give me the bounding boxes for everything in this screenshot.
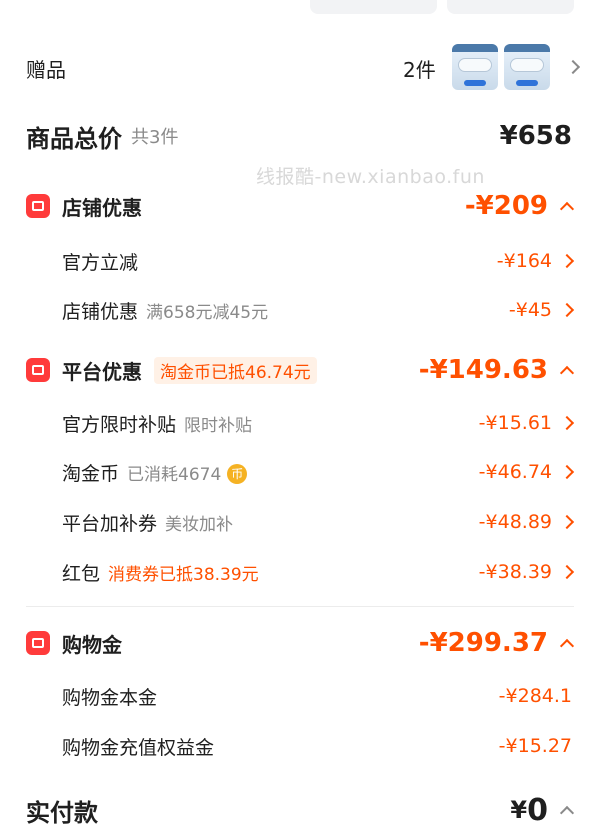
gift-thumbnail-1[interactable] <box>452 44 498 90</box>
platform-item-row[interactable]: 平台加补券 美妆加补 -¥48.89 <box>0 503 600 541</box>
platform-item-note: 限时补贴 <box>184 415 253 436</box>
platform-discount-total: -¥149.63 <box>418 355 575 385</box>
platform-item-value: -¥48.89 <box>479 511 575 533</box>
shopping-bag-icon <box>26 631 50 655</box>
shopping-item-row: 购物金本金 -¥284.1 <box>0 677 600 715</box>
total-value: ¥658 <box>499 121 572 151</box>
platform-item-row[interactable]: 淘金币 已消耗4674 币 -¥46.74 <box>0 453 600 491</box>
store-item-row[interactable]: 官方立减 -¥164 <box>0 242 600 280</box>
store-discount-title: 店铺优惠 <box>62 195 142 220</box>
store-discount-value: -¥209 <box>464 191 548 221</box>
chevron-right-icon <box>559 253 575 269</box>
platform-discount-title: 平台优惠 <box>62 359 142 384</box>
store-item-label: 店铺优惠 满658元减45元 <box>62 300 269 323</box>
store-item-label: 官方立减 <box>62 251 139 274</box>
store-item-value: -¥45 <box>509 299 575 321</box>
actual-payment-value: ¥ 0 <box>510 792 575 828</box>
top-tabs <box>0 0 600 16</box>
chevron-right-icon <box>559 514 575 530</box>
platform-item-label: 官方限时补贴 限时补贴 <box>62 413 253 436</box>
gift-label: 赠品 <box>26 57 66 82</box>
chevron-right-icon <box>559 564 575 580</box>
store-icon <box>26 194 50 218</box>
shopping-credit-header[interactable]: 购物金 -¥299.37 <box>0 623 600 663</box>
top-tab-left[interactable] <box>310 0 437 14</box>
store-item-note: 满658元减45元 <box>146 302 269 323</box>
platform-item-note: 已消耗4674 <box>127 464 222 485</box>
platform-item-value: -¥46.74 <box>479 461 575 483</box>
platform-item-note: 消费券已抵38.39元 <box>108 564 259 585</box>
store-item-value: -¥164 <box>497 250 575 272</box>
shopping-item-label: 购物金本金 <box>62 686 158 709</box>
gift-count: 2件 <box>403 57 436 82</box>
chevron-up-icon <box>559 805 575 821</box>
shopping-item-label: 购物金充值权益金 <box>62 736 215 759</box>
total-title: 商品总价 <box>26 124 122 153</box>
coin-icon: 币 <box>227 464 248 484</box>
currency-symbol: ¥ <box>510 796 528 824</box>
chevron-right-icon <box>565 59 581 75</box>
shopping-credit-title: 购物金 <box>62 632 122 657</box>
shopping-item-value: -¥284.1 <box>498 685 572 707</box>
chevron-right-icon <box>559 302 575 318</box>
platform-discount-value: -¥149.63 <box>418 355 548 385</box>
shopping-credit-value: -¥299.37 <box>418 628 548 658</box>
chevron-up-icon <box>559 201 575 217</box>
chevron-right-icon <box>559 464 575 480</box>
platform-item-label: 平台加补券 美妆加补 <box>62 512 234 535</box>
store-discount-header[interactable]: 店铺优惠 -¥209 <box>0 186 600 226</box>
store-item-row[interactable]: 店铺优惠 满658元减45元 -¥45 <box>0 291 600 329</box>
top-tab-right[interactable] <box>447 0 574 14</box>
shopping-item-row: 购物金充值权益金 -¥15.27 <box>0 727 600 765</box>
gift-row[interactable]: 赠品 2件 <box>0 40 600 96</box>
total-row: 商品总价 共3件 ¥658 <box>0 112 600 160</box>
chevron-up-icon <box>559 638 575 654</box>
store-discount-total: -¥209 <box>464 191 575 221</box>
chevron-right-icon <box>559 415 575 431</box>
actual-payment-row[interactable]: 实付款 ¥ 0 <box>0 790 600 830</box>
shopping-item-value: -¥15.27 <box>498 735 572 757</box>
coin-deduction-badge: 淘金币已抵46.74元 <box>154 356 317 384</box>
actual-payment-amount: 0 <box>527 792 548 828</box>
divider <box>26 606 574 607</box>
platform-item-value: -¥15.61 <box>479 412 575 434</box>
chevron-up-icon <box>559 365 575 381</box>
platform-item-label: 淘金币 已消耗4674 币 <box>62 459 248 486</box>
platform-icon <box>26 358 50 382</box>
platform-item-row[interactable]: 官方限时补贴 限时补贴 -¥15.61 <box>0 404 600 442</box>
actual-payment-title: 实付款 <box>26 798 98 827</box>
gift-thumbnail-2[interactable] <box>504 44 550 90</box>
total-item-count: 共3件 <box>131 127 179 148</box>
shopping-credit-total: -¥299.37 <box>418 628 575 658</box>
platform-item-value: -¥38.39 <box>479 561 575 583</box>
platform-item-note: 美妆加补 <box>165 514 234 535</box>
platform-item-label: 红包 消费券已抵38.39元 <box>62 562 259 585</box>
platform-item-row[interactable]: 红包 消费券已抵38.39元 -¥38.39 <box>0 553 600 591</box>
platform-discount-header[interactable]: 平台优惠 淘金币已抵46.74元 -¥149.63 <box>0 350 600 390</box>
watermark: 线报酷-new.xianbao.fun <box>256 166 485 188</box>
